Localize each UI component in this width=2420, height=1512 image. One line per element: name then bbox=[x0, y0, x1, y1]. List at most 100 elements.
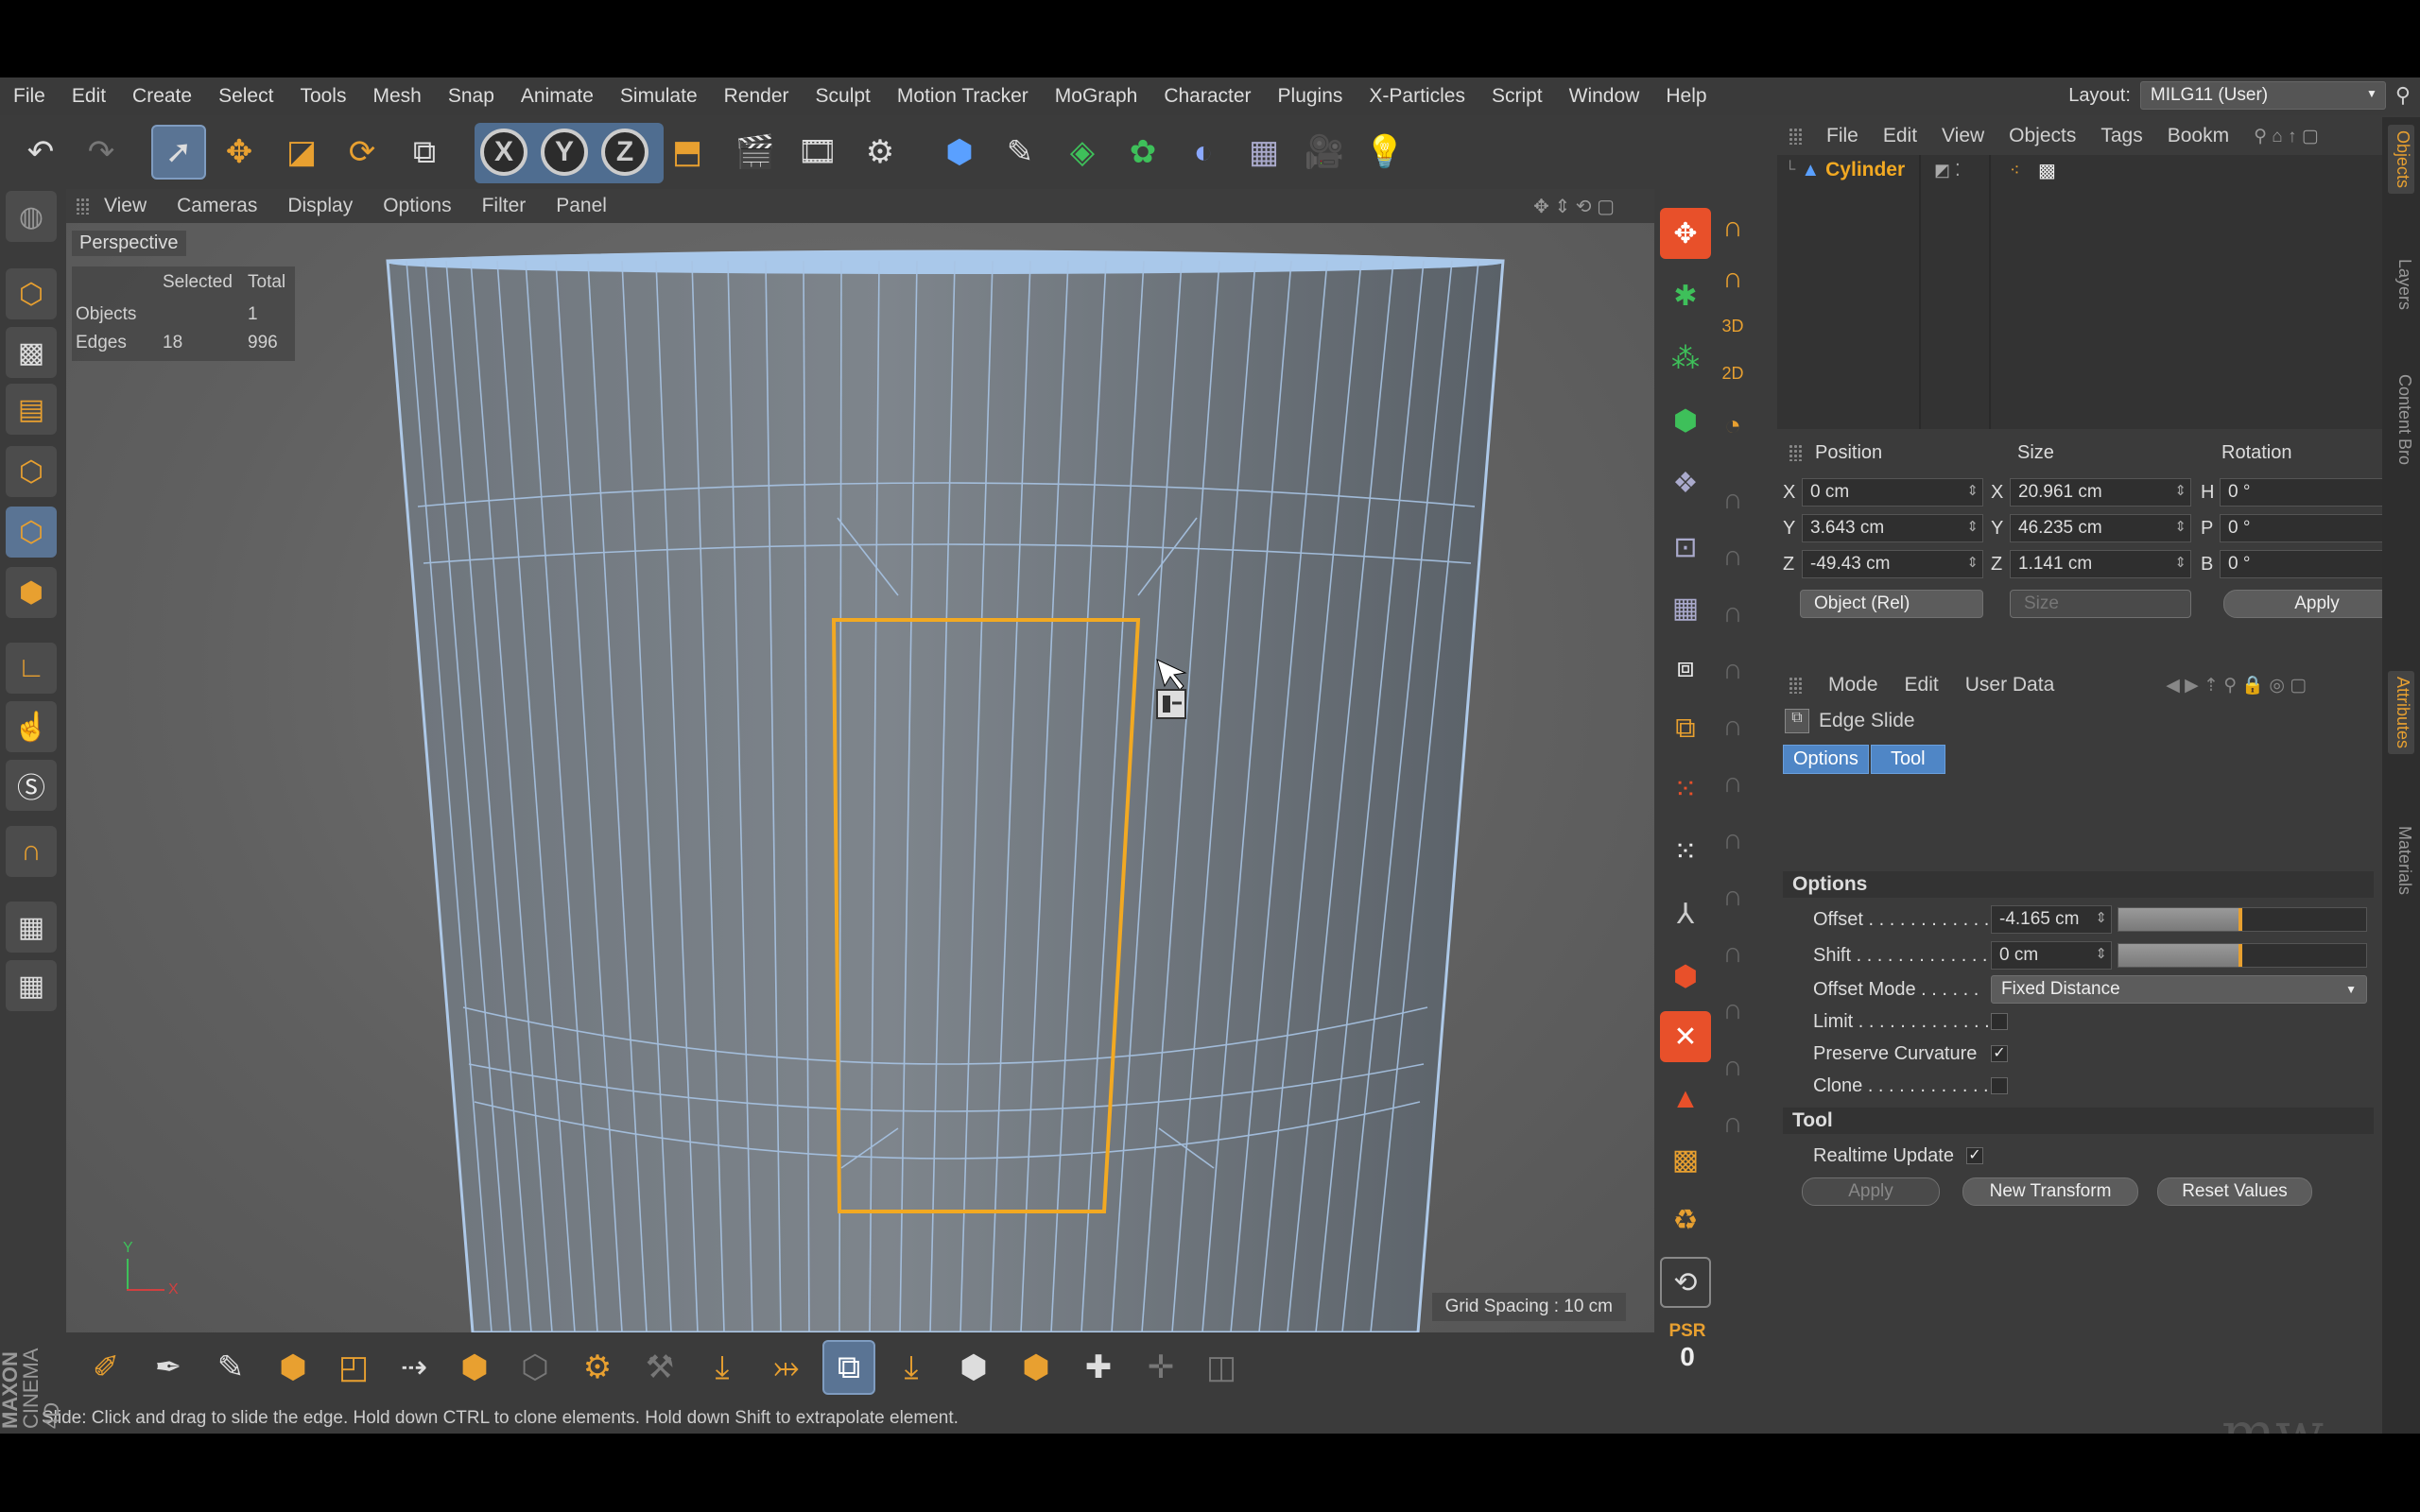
snap-dynamic-guide-icon[interactable]: ∩ bbox=[1707, 1098, 1758, 1149]
tab-tool[interactable]: Tool bbox=[1870, 745, 1945, 774]
snap-edge-icon[interactable]: ∩ bbox=[1707, 531, 1758, 582]
object-row-cylinder[interactable]: └ ▲ Cylinder ◩ ⁚ ⁖ ▩ bbox=[1785, 155, 2371, 185]
shift-field[interactable]: 0 cm bbox=[1991, 941, 2112, 970]
menu-character[interactable]: Character bbox=[1164, 85, 1251, 108]
snap-workplane-icon[interactable]: ∩ bbox=[1707, 871, 1758, 922]
realtime-update-checkbox[interactable]: ✓ bbox=[1966, 1147, 1983, 1164]
new-transform-button[interactable]: New Transform bbox=[1962, 1177, 2138, 1206]
make-editable-icon[interactable]: ◍ bbox=[6, 191, 57, 242]
slide-icon[interactable]: ⤔ bbox=[760, 1340, 813, 1395]
texture-mode-icon[interactable]: ▩ bbox=[6, 327, 57, 378]
side-tab-layers[interactable]: Layers bbox=[2388, 259, 2414, 310]
snap-guide-icon[interactable]: ∩ bbox=[1707, 928, 1758, 979]
points-grid-icon[interactable]: ⁙ bbox=[1660, 764, 1711, 815]
normal-scale-icon[interactable]: ✛ bbox=[1134, 1340, 1187, 1395]
2d-snap-icon[interactable]: 2D bbox=[1707, 348, 1758, 399]
magnet-icon[interactable]: ∩ bbox=[6, 826, 57, 877]
om-menu-tags[interactable]: Tags bbox=[2100, 125, 2142, 147]
object-mode-icon[interactable]: ✥ bbox=[1660, 208, 1711, 259]
subdivision-surface-icon[interactable]: ◈ bbox=[1055, 125, 1110, 180]
pos-x-field[interactable]: 0 cm bbox=[1802, 478, 1983, 507]
side-tab-objects[interactable]: Objects bbox=[2388, 125, 2414, 195]
floor-icon[interactable]: ▦ bbox=[1236, 125, 1291, 180]
line-cut-icon[interactable]: ✎ bbox=[204, 1340, 257, 1395]
snap-midpoint-icon[interactable]: ∩ bbox=[1707, 815, 1758, 866]
options-section-header[interactable]: Options bbox=[1783, 871, 2374, 898]
grid-icon[interactable]: ▦ bbox=[1660, 582, 1711, 633]
bridge-icon[interactable]: ⇢ bbox=[388, 1340, 441, 1395]
clone-checkbox[interactable] bbox=[1991, 1077, 2008, 1094]
rot-h-field[interactable]: 0 ° bbox=[2220, 478, 2401, 507]
snap-icon[interactable]: Ⓢ bbox=[6, 760, 57, 811]
reset-psr-icon[interactable]: ⟲ bbox=[1660, 1257, 1711, 1308]
size-z-field[interactable]: 1.141 cm bbox=[2010, 550, 2191, 578]
rot-p-field[interactable]: 0 ° bbox=[2220, 514, 2401, 542]
snap-spline-icon[interactable]: ∩ bbox=[1707, 644, 1758, 696]
set-point-value-icon[interactable]: ⬢ bbox=[1010, 1340, 1063, 1395]
menu-plugins[interactable]: Plugins bbox=[1278, 85, 1343, 108]
phong-tag-icon[interactable]: ⁖ bbox=[2010, 161, 2020, 180]
snap-grid-line-icon[interactable]: ∩ bbox=[1707, 1041, 1758, 1092]
menu-tools[interactable]: Tools bbox=[300, 85, 346, 108]
brush-icon[interactable]: ✐ bbox=[79, 1340, 132, 1395]
attr-menu-mode[interactable]: Mode bbox=[1828, 674, 1878, 696]
menu-help[interactable]: Help bbox=[1666, 85, 1706, 108]
snap-settings-icon[interactable]: ∩ bbox=[1707, 202, 1758, 253]
menu-animate[interactable]: Animate bbox=[521, 85, 594, 108]
camera-icon[interactable]: 🎥 bbox=[1297, 125, 1352, 180]
attr-menu-edit[interactable]: Edit bbox=[1905, 674, 1939, 696]
quantize-icon[interactable]: ◔ bbox=[1707, 401, 1758, 452]
3d-viewport[interactable]: Perspective Selected Total Objects 1 Edg… bbox=[66, 223, 1654, 1332]
menu-select[interactable]: Select bbox=[218, 85, 273, 108]
offset-field[interactable]: -4.165 cm bbox=[1991, 905, 2112, 934]
dots-grid-icon[interactable]: ⁙ bbox=[1660, 826, 1711, 877]
om-menu-file[interactable]: File bbox=[1826, 125, 1858, 147]
mirror-icon[interactable]: ⬢ bbox=[947, 1340, 1000, 1395]
transfer-icon[interactable]: ⧈ bbox=[1660, 643, 1711, 694]
preserve-curvature-checkbox[interactable]: ✓ bbox=[1991, 1045, 2008, 1062]
om-toolbar-icons[interactable]: ⚲ ⌂ ↑ ▢ bbox=[2254, 126, 2319, 147]
pos-y-field[interactable]: 3.643 cm bbox=[1802, 514, 1983, 542]
y-axis-lock-icon[interactable]: Y bbox=[541, 129, 588, 176]
spline-pen-icon[interactable]: ✎ bbox=[993, 125, 1047, 180]
redo-icon[interactable]: ↷ bbox=[74, 125, 129, 180]
vp-menu-options[interactable]: Options bbox=[383, 195, 451, 217]
size-mode-dropdown[interactable]: Size bbox=[2010, 590, 2191, 618]
reset-values-button[interactable]: Reset Values bbox=[2157, 1177, 2312, 1206]
points-mode-icon[interactable]: ⬡ bbox=[6, 446, 57, 497]
om-menu-edit[interactable]: Edit bbox=[1883, 125, 1917, 147]
rail-icon[interactable]: ⧉ bbox=[1660, 703, 1711, 754]
side-tab-materials[interactable]: Materials bbox=[2388, 826, 2414, 895]
cloner-icon[interactable]: ✿ bbox=[1115, 125, 1170, 180]
snap-polygon-icon[interactable]: ∩ bbox=[1707, 588, 1758, 639]
menu-window[interactable]: Window bbox=[1569, 85, 1640, 108]
poly-cube-icon[interactable]: ⬢ bbox=[1660, 951, 1711, 1002]
normal-rotate-icon[interactable]: ◫ bbox=[1195, 1340, 1248, 1395]
texture-tag-icon[interactable]: ▩ bbox=[2038, 159, 2056, 182]
x-axis-lock-icon[interactable]: X bbox=[480, 129, 527, 176]
menu-x-particles[interactable]: X-Particles bbox=[1369, 85, 1465, 108]
cylinder-mesh[interactable] bbox=[66, 223, 1654, 1332]
size-y-field[interactable]: 46.235 cm bbox=[2010, 514, 2191, 542]
move-icon[interactable]: ✥ bbox=[212, 125, 267, 180]
measure-icon[interactable]: ⊡ bbox=[1660, 522, 1711, 573]
menu-motion-tracker[interactable]: Motion Tracker bbox=[897, 85, 1028, 108]
coordinate-system-icon[interactable]: ⬒ bbox=[660, 125, 715, 180]
optimize-icon[interactable]: ▩ bbox=[1660, 1134, 1711, 1185]
om-menu-bookmarks[interactable]: Bookm bbox=[2168, 125, 2229, 147]
extrude-icon[interactable]: ⬢ bbox=[267, 1340, 320, 1395]
menu-script[interactable]: Script bbox=[1492, 85, 1543, 108]
menu-create[interactable]: Create bbox=[132, 85, 192, 108]
om-menu-objects[interactable]: Objects bbox=[2009, 125, 2076, 147]
planar-workplane-icon[interactable]: ▦ bbox=[6, 960, 57, 1011]
menu-snap[interactable]: Snap bbox=[448, 85, 494, 108]
scale-icon[interactable]: ◪ bbox=[274, 125, 329, 180]
snap-axis-icon[interactable]: ∩ bbox=[1707, 701, 1758, 752]
tool-section-header[interactable]: Tool bbox=[1783, 1108, 2374, 1134]
z-axis-lock-icon[interactable]: Z bbox=[601, 129, 648, 176]
3d-snap-icon[interactable]: 3D bbox=[1707, 301, 1758, 352]
edges-mode-icon[interactable]: ⬡ bbox=[6, 507, 57, 558]
iron-icon[interactable]: ⚙ bbox=[571, 1340, 624, 1395]
undo-icon[interactable]: ↶ bbox=[13, 125, 68, 180]
light-icon[interactable]: 💡 bbox=[1357, 125, 1412, 180]
